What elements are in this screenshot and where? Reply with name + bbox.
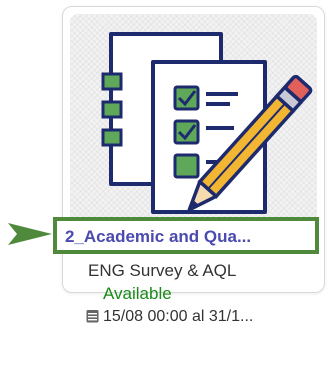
activity-title-highlight[interactable]: 2_Academic and Qua...	[53, 217, 319, 254]
activity-thumbnail[interactable]	[70, 14, 317, 244]
calendar-icon	[86, 309, 99, 323]
checklist-pencil-icon	[101, 32, 313, 214]
activity-subtitle: ENG Survey & AQL	[88, 261, 237, 280]
status-label: Available	[103, 284, 172, 303]
pointer-arrow-icon	[8, 223, 52, 250]
activity-title[interactable]: 2_Academic and Qua...	[65, 226, 315, 248]
date-range-text: 15/08 00:00 al 31/1...	[103, 308, 254, 325]
activity-dates: 15/08 00:00 al 31/1...	[86, 307, 318, 327]
